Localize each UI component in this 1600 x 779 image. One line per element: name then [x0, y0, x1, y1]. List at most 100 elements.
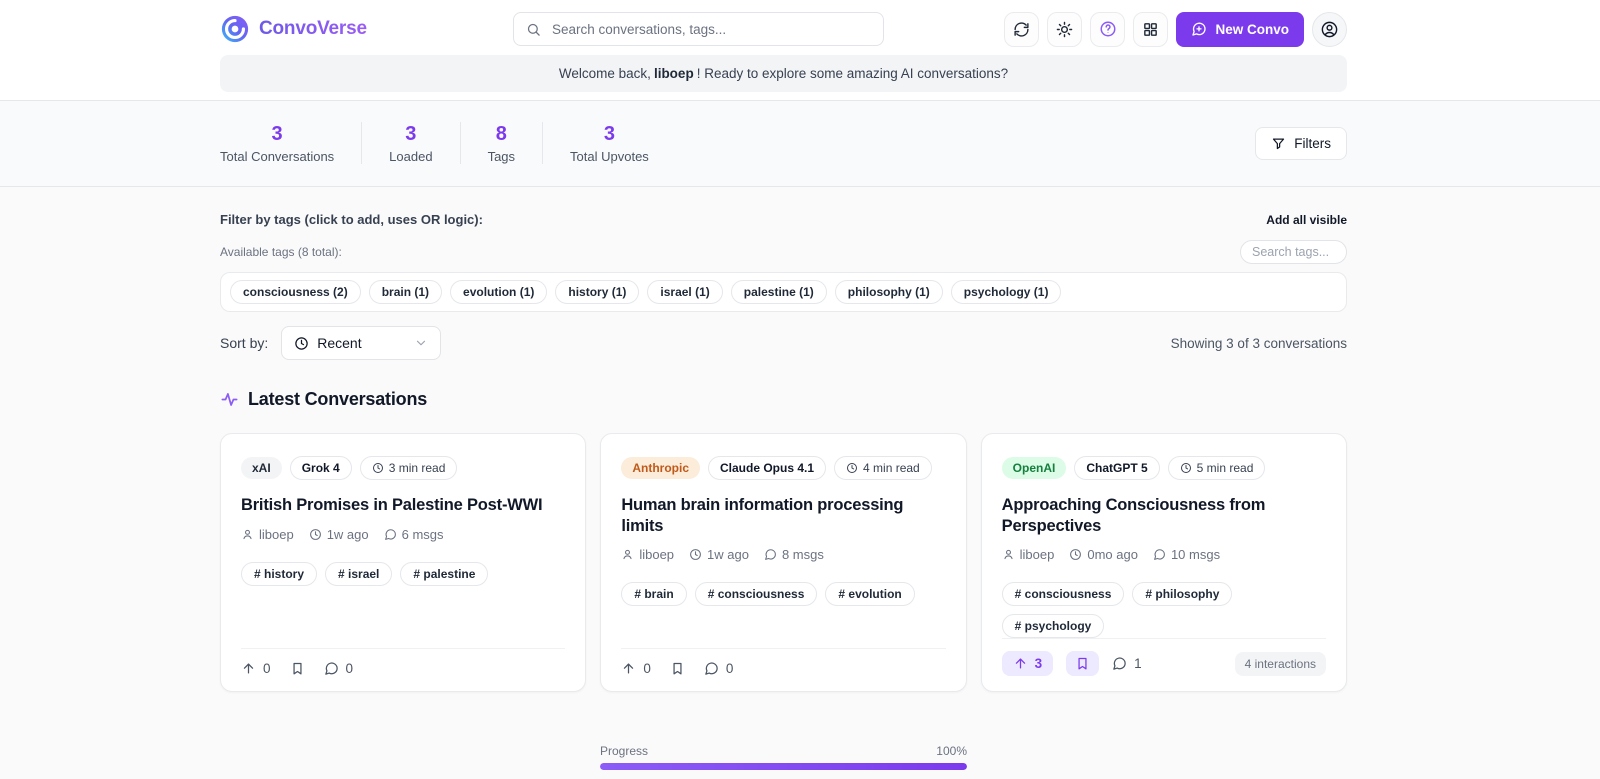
provider-badge: xAI: [241, 457, 282, 479]
tag-chip-history[interactable]: history (1): [555, 280, 640, 304]
read-time-label: 3 min read: [388, 461, 446, 475]
stat-value: 3: [405, 122, 417, 145]
card-tag[interactable]: # philosophy: [1132, 582, 1233, 607]
tag-chip-israel[interactable]: israel (1): [647, 280, 723, 304]
author-name: liboep: [1019, 547, 1055, 563]
activity-icon: [220, 390, 239, 409]
tag-filter-title: Filter by tags (click to add, uses OR lo…: [220, 212, 483, 227]
provider-badge: OpenAI: [1001, 457, 1067, 479]
upvote-button[interactable]: 0: [621, 661, 651, 676]
card-tag[interactable]: # evolution: [825, 582, 915, 607]
comment-bubble-icon: [1112, 656, 1127, 671]
stat-total-upvotes: 3 Total Upvotes: [543, 123, 676, 164]
model-badge: ChatGPT 5: [1074, 456, 1160, 480]
model-badge: Grok 4: [289, 456, 352, 480]
stat-value: 8: [495, 122, 507, 145]
progress-fill: [600, 763, 967, 771]
arrow-up-icon: [241, 661, 256, 676]
bookmark-button[interactable]: [290, 661, 305, 676]
progress-section: Progress 100%: [600, 744, 967, 771]
person-icon: [1002, 548, 1015, 561]
filters-button[interactable]: Filters: [1255, 126, 1347, 160]
upvote-count: 0: [643, 661, 651, 677]
brand[interactable]: ConvoVerse: [220, 14, 367, 44]
sun-icon: [1056, 21, 1073, 38]
sort-select[interactable]: Recent: [281, 326, 442, 360]
author-meta: liboep: [241, 527, 294, 542]
card-tag[interactable]: # brain: [621, 582, 687, 607]
stat-tags: 8 Tags: [461, 123, 542, 164]
conversation-card[interactable]: xAI Grok 4 3 min read British Promises i…: [220, 433, 587, 693]
conversation-title[interactable]: British Promises in Palestine Post-WWI: [241, 495, 565, 516]
tag-chip-brain[interactable]: brain (1): [368, 280, 443, 304]
upvote-count: 0: [263, 661, 271, 677]
upvote-button[interactable]: 0: [241, 661, 271, 676]
welcome-suffix: ! Ready to explore some amazing AI conve…: [696, 66, 1009, 81]
age-meta: 1w ago: [689, 547, 749, 562]
author-meta: liboep: [1002, 547, 1055, 563]
author-name: liboep: [639, 547, 675, 563]
read-time-label: 4 min read: [863, 461, 920, 475]
interactions-badge: 4 interactions: [1234, 651, 1326, 676]
age-label: 1w ago: [707, 547, 749, 563]
user-circle-icon: [1320, 20, 1339, 39]
progress-label: Progress: [600, 744, 649, 759]
messages-meta: 6 msgs: [384, 527, 444, 542]
convoverse-logo-icon: [220, 14, 250, 44]
card-tag[interactable]: # palestine: [400, 561, 489, 586]
help-button[interactable]: [1090, 11, 1126, 47]
author-meta: liboep: [621, 547, 674, 562]
section-title: Latest Conversations: [248, 389, 428, 409]
conversation-grid: xAI Grok 4 3 min read British Promises i…: [220, 433, 1347, 693]
card-tag[interactable]: # consciousness: [694, 582, 818, 607]
brand-name: ConvoVerse: [259, 18, 367, 39]
person-icon: [241, 528, 254, 541]
message-bubble-icon: [764, 548, 777, 561]
add-all-visible-button[interactable]: Add all visible: [1266, 213, 1347, 227]
messages-meta: 10 msgs: [1153, 547, 1220, 562]
stat-label: Total Upvotes: [570, 148, 649, 164]
comments-button[interactable]: 1: [1112, 656, 1142, 671]
conversation-title[interactable]: Human brain information processing limit…: [621, 495, 945, 536]
age-label: 1w ago: [326, 526, 369, 542]
conversation-title[interactable]: Approaching Consciousness from Perspecti…: [1002, 495, 1272, 536]
search-input[interactable]: [550, 20, 871, 38]
card-tag[interactable]: # history: [241, 561, 318, 586]
conversation-card[interactable]: OpenAI ChatGPT 5 5 min read Approaching …: [980, 433, 1347, 693]
stat-label: Loaded: [389, 148, 433, 164]
clock-icon: [846, 462, 858, 474]
card-tag[interactable]: # psychology: [1001, 614, 1105, 639]
comment-count: 1: [1134, 656, 1142, 672]
clock-icon: [309, 528, 322, 541]
stat-value: 3: [603, 122, 615, 145]
sort-selected-value: Recent: [317, 335, 362, 351]
new-convo-button[interactable]: New Convo: [1176, 11, 1304, 47]
global-search[interactable]: [513, 12, 884, 46]
upvote-button[interactable]: 3: [1001, 651, 1054, 677]
bookmark-button[interactable]: [670, 661, 685, 676]
tag-chip-philosophy[interactable]: philosophy (1): [834, 280, 943, 304]
person-icon: [621, 548, 634, 561]
tag-chip-palestine[interactable]: palestine (1): [730, 280, 827, 304]
stat-label: Tags: [487, 148, 516, 164]
tag-chip-consciousness[interactable]: consciousness (2): [230, 280, 361, 304]
theme-toggle-button[interactable]: [1047, 11, 1083, 47]
read-time-badge: 5 min read: [1167, 456, 1266, 480]
comments-button[interactable]: 0: [324, 661, 353, 676]
stat-loaded: 3 Loaded: [362, 123, 459, 164]
bookmark-icon: [670, 661, 685, 676]
conversation-card[interactable]: Anthropic Claude Opus 4.1 4 min read Hum…: [600, 433, 967, 693]
user-menu-button[interactable]: [1312, 11, 1347, 47]
refresh-button[interactable]: [1004, 11, 1040, 47]
apps-grid-button[interactable]: [1133, 11, 1169, 47]
messages-meta: 8 msgs: [764, 547, 824, 562]
welcome-prefix: Welcome back,: [558, 66, 651, 81]
card-tag[interactable]: # israel: [325, 561, 393, 586]
bookmark-button[interactable]: [1066, 651, 1100, 677]
comments-button[interactable]: 0: [704, 661, 733, 676]
help-circle-icon: [1099, 20, 1117, 38]
tag-chip-evolution[interactable]: evolution (1): [450, 280, 548, 304]
tag-search-input[interactable]: [1240, 240, 1347, 264]
tag-chip-psychology[interactable]: psychology (1): [950, 280, 1062, 304]
card-tag[interactable]: # consciousness: [1001, 582, 1125, 607]
